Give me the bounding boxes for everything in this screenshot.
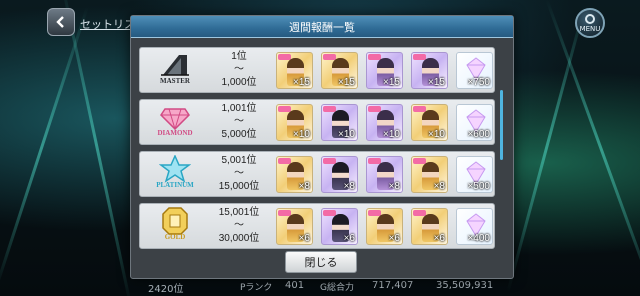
reward-row-master: MASTER 1位 ～ 1,000位 ×15 ×15 ×15 ×15 ×750 [139, 47, 495, 93]
platinum-rank-icon [159, 155, 191, 183]
rank-emblem: GOLD [146, 207, 204, 247]
reward-card[interactable]: ×15 [276, 52, 313, 89]
list-scrollbar[interactable] [500, 90, 503, 160]
reward-row-platinum: PLATINUM 5,001位 ～ 15,000位 ×8 ×8 ×8 ×8 ×5… [139, 151, 495, 197]
rank-range: 1,001位 ～ 5,000位 [221, 103, 257, 140]
reward-card[interactable]: ×15 [411, 52, 448, 89]
reward-card[interactable]: ×6 [321, 208, 358, 245]
reward-card[interactable]: ×10 [366, 104, 403, 141]
reward-card[interactable]: ×8 [321, 156, 358, 193]
reward-row-gold: GOLD 15,001位 ～ 30,000位 ×6 ×6 ×6 ×6 ×400 [139, 203, 495, 249]
rank-range: 1位 ～ 1,000位 [221, 51, 257, 88]
reward-items: ×15 ×15 ×15 ×15 ×750 [276, 52, 493, 89]
reward-gem[interactable]: ×500 [456, 156, 493, 193]
dialog-title: 週間報酬一覧 [289, 20, 355, 34]
reward-row-diamond: DIAMOND 1,001位 ～ 5,000位 ×10 ×10 ×10 ×10 … [139, 99, 495, 145]
reward-card[interactable]: ×8 [366, 156, 403, 193]
reward-items: ×8 ×8 ×8 ×8 ×500 [276, 156, 493, 193]
reward-card[interactable]: ×8 [276, 156, 313, 193]
page-title: セットリス [80, 18, 135, 31]
rank-emblem: DIAMOND [146, 103, 204, 143]
gold-rank-icon [162, 207, 188, 235]
rank-emblem: PLATINUM [146, 155, 204, 195]
master-rank-icon [161, 55, 189, 76]
rank-range: 5,001位 ～ 15,000位 [218, 155, 260, 192]
reward-card[interactable]: ×10 [411, 104, 448, 141]
reward-items: ×10 ×10 ×10 ×10 ×600 [276, 104, 493, 141]
reward-card[interactable]: ×6 [411, 208, 448, 245]
menu-button[interactable]: MENU [575, 8, 605, 38]
reward-card[interactable]: ×15 [366, 52, 403, 89]
reward-card[interactable]: ×6 [276, 208, 313, 245]
close-button-label: 閉じる [304, 256, 338, 269]
weekly-reward-dialog: 週間報酬一覧 MASTER 1位 ～ 1,000位 ×15 ×15 ×15 ×1… [130, 15, 514, 279]
reward-gem[interactable]: ×600 [456, 104, 493, 141]
menu-icon [585, 13, 595, 24]
dialog-header: 週間報酬一覧 [131, 16, 513, 38]
reward-card[interactable]: ×10 [276, 104, 313, 141]
rank-range: 15,001位 ～ 30,000位 [218, 207, 260, 244]
reward-card[interactable]: ×10 [321, 104, 358, 141]
rank-emblem: MASTER [146, 51, 204, 91]
reward-list[interactable]: MASTER 1位 ～ 1,000位 ×15 ×15 ×15 ×15 ×750 [139, 47, 501, 257]
diamond-rank-icon [160, 108, 190, 131]
reward-gem[interactable]: ×400 [456, 208, 493, 245]
close-button[interactable]: 閉じる [285, 251, 357, 273]
reward-card[interactable]: ×15 [321, 52, 358, 89]
reward-card[interactable]: ×8 [411, 156, 448, 193]
background-status-strip: 2420位 Pランク 401 G総合力 717,407 35,509,931 [148, 280, 494, 295]
reward-card[interactable]: ×6 [366, 208, 403, 245]
chevron-left-icon [56, 16, 64, 28]
reward-items: ×6 ×6 ×6 ×6 ×400 [276, 208, 493, 245]
back-button[interactable] [47, 8, 75, 36]
reward-gem[interactable]: ×750 [456, 52, 493, 89]
